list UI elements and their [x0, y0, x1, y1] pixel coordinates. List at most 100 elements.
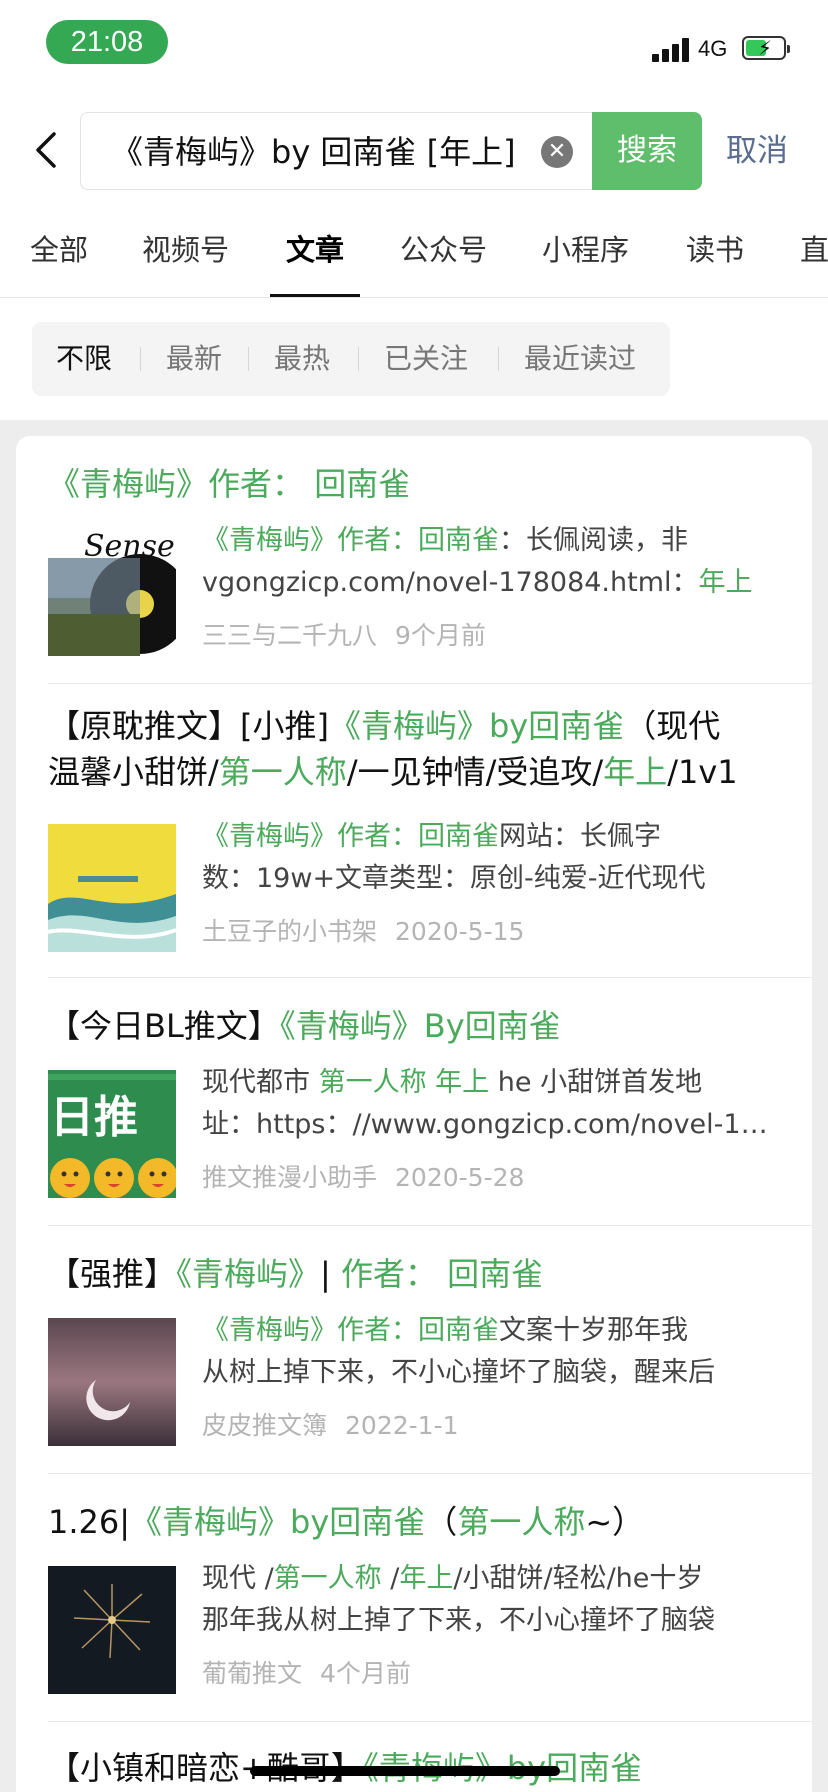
highlighted-keyword: 第一人称 [273, 1563, 382, 1594]
battery-icon: ⚡ [742, 36, 790, 60]
highlighted-keyword: 回南雀 [304, 465, 411, 503]
text-segment: 从树上掉下来，不小心撞坏了脑袋，醒来后 [202, 1357, 715, 1388]
results-card: 《青梅屿》作者： 回南雀 Sense 《青梅屿》作者：回南雀：长佩阅读，非 vg… [16, 436, 812, 1792]
result-snippet: 《青梅屿》作者：回南雀：长佩阅读，非 vgongzicp.com/novel-1… [202, 520, 782, 604]
result-snippet: 现代 /第一人称 /年上/小甜饼/轻松/he十岁 那年我从树上掉了下来，不小心撞… [202, 1558, 782, 1642]
result-source[interactable]: 推文推漫小助手 [202, 1163, 377, 1192]
result-item[interactable]: 1.26|《青梅屿》by回南雀（第一人称~） 现代 /第一人称 /年上/小甜饼/… [48, 1474, 812, 1722]
text-segment: 温馨小甜饼/ [48, 753, 219, 791]
result-title[interactable]: 【原耽推文】[小推]《青梅屿》by回南雀（现代 [48, 704, 798, 748]
network-label: 4G [698, 36, 728, 61]
filter-divider [140, 347, 141, 371]
result-thumbnail [48, 1318, 176, 1446]
result-source[interactable]: 三三与二千九八 [202, 621, 377, 650]
text-segment: 现代 / [202, 1563, 274, 1594]
text-segment: / [381, 1563, 400, 1594]
top-area: 21:08 4G ⚡ 《青梅屿》by 回南雀 [年上] ✕ 搜索 取消 全部 视… [0, 0, 828, 420]
result-date: 4个月前 [320, 1659, 411, 1688]
filter-bar: 不限 最新 最热 已关注 最近读过 [32, 322, 670, 396]
search-button[interactable]: 搜索 [592, 112, 702, 190]
search-query[interactable]: 《青梅屿》by 回南雀 [年上] [111, 113, 521, 191]
result-meta: 土豆子的小书架 2020-5-15 [202, 912, 524, 948]
result-meta: 推文推漫小助手 2020-5-28 [202, 1158, 524, 1194]
text-segment: 1.26| [48, 1503, 131, 1541]
result-title[interactable]: 【今日BL推文】《青梅屿》By回南雀 [48, 1004, 798, 1048]
result-thumbnail [48, 1566, 176, 1694]
tab-all[interactable]: 全部 [30, 222, 88, 297]
thumbnail-caption: Sense [84, 529, 175, 564]
result-snippet: 《青梅屿》作者：回南雀网站：长佩字 数：19w+文章类型：原创-纯爱-近代现代 [202, 816, 782, 900]
text-segment: /1v1 [667, 753, 738, 791]
tab-official-accounts[interactable]: 公众号 [400, 222, 487, 297]
highlighted-keyword: 《青梅屿》作者： [202, 1315, 418, 1346]
highlighted-keyword: 年上 [399, 1563, 454, 1594]
tab-books[interactable]: 读书 [686, 222, 744, 297]
highlighted-keyword: 作者： [340, 1255, 437, 1293]
result-date: 2020-5-28 [395, 1163, 525, 1192]
filter-followed[interactable]: 已关注 [384, 322, 468, 396]
result-item[interactable]: 【强推】《青梅屿》| 作者： 回南雀 《青梅屿》作者：回南雀文案十岁那年我 从树… [48, 1226, 812, 1474]
text-segment: 【今日BL推文】 [48, 1007, 280, 1045]
text-segment: 【强推】 [48, 1255, 177, 1293]
highlighted-keyword: 年上 [603, 753, 668, 791]
back-icon[interactable] [28, 128, 68, 172]
text-segment: 那年我从树上掉了下来，不小心撞坏了脑袋 [202, 1605, 715, 1636]
result-title[interactable]: 【强推】《青梅屿》| 作者： 回南雀 [48, 1252, 798, 1296]
result-source[interactable]: 土豆子的小书架 [202, 917, 377, 946]
highlighted-keyword: 《青梅屿》by回南雀 [130, 1503, 426, 1541]
text-segment: （现代 [624, 707, 721, 745]
result-title[interactable]: 《青梅屿》作者： 回南雀 [48, 462, 798, 506]
thumbnail-caption: 日推 [50, 1092, 138, 1143]
result-meta: 皮皮推文簿 2022-1-1 [202, 1406, 459, 1442]
signal-icon [652, 38, 692, 62]
highlighted-keyword: 《青梅屿》by回南雀 [328, 707, 625, 745]
tab-video[interactable]: 视频号 [142, 222, 229, 297]
text-segment: 文案十岁那年我 [499, 1315, 688, 1346]
highlighted-keyword: 回南雀 [418, 821, 499, 852]
text-segment: 【原耽推文】[小推] [48, 707, 329, 745]
home-indicator[interactable] [250, 1766, 560, 1776]
result-item[interactable]: 【原耽推文】[小推]《青梅屿》by回南雀（现代 温馨小甜饼/第一人称/一见钟情/… [48, 684, 812, 978]
text-segment: vgongzicp.com/novel-178084.html： [202, 567, 699, 598]
result-title-line2[interactable]: 温馨小甜饼/第一人称/一见钟情/受追攻/年上/1v1 [48, 750, 798, 794]
highlighted-keyword: 第一人称 [218, 753, 347, 791]
highlighted-keyword: 回南雀 [418, 525, 499, 556]
result-item[interactable]: 《青梅屿》作者： 回南雀 Sense 《青梅屿》作者：回南雀：长佩阅读，非 vg… [48, 436, 812, 684]
result-title[interactable]: 1.26|《青梅屿》by回南雀（第一人称~） [48, 1500, 798, 1544]
highlighted-keyword: 《青梅屿》作者： [202, 821, 418, 852]
filter-newest[interactable]: 最新 [166, 322, 222, 396]
clear-icon[interactable]: ✕ [541, 136, 573, 168]
highlighted-keyword: 第一人称 [457, 1503, 586, 1541]
tab-articles[interactable]: 文章 [269, 222, 361, 297]
result-meta: 三三与二千九八 9个月前 [202, 616, 486, 652]
result-date: 9个月前 [395, 621, 486, 650]
text-segment: ：长佩阅读，非 [499, 525, 688, 556]
highlighted-keyword: 《青梅屿》作者： [202, 525, 418, 556]
cancel-button[interactable]: 取消 [726, 112, 788, 190]
text-segment: he 小甜饼首发地 [489, 1067, 703, 1098]
result-item[interactable]: 【小镇和暗恋+酷哥】《青梅屿》by回南雀 [48, 1722, 812, 1792]
result-meta: 葡葡推文 4个月前 [202, 1654, 411, 1690]
text-segment: /小甜饼/轻松/he十岁 [453, 1563, 704, 1594]
filter-all[interactable]: 不限 [56, 322, 112, 396]
search-input[interactable]: 《青梅屿》by 回南雀 [年上] ✕ [80, 112, 592, 190]
tab-mini-programs[interactable]: 小程序 [542, 222, 629, 297]
text-segment: 现代都市 [202, 1067, 319, 1098]
text-segment: | [320, 1255, 341, 1293]
text-segment: /一见钟情/受追攻/ [346, 753, 604, 791]
highlighted-keyword: 《青梅屿》By回南雀 [279, 1007, 561, 1045]
filter-recently-read[interactable]: 最近读过 [524, 322, 636, 396]
tab-live[interactable]: 直 [800, 222, 828, 297]
filter-hottest[interactable]: 最热 [274, 322, 330, 396]
result-source[interactable]: 葡葡推文 [202, 1659, 302, 1688]
text-segment: 网站：长佩字 [499, 821, 661, 852]
result-snippet: 现代都市 第一人称 年上 he 小甜饼首发地 址：https：//www.gon… [202, 1062, 782, 1146]
highlighted-keyword: 回南雀 [418, 1315, 499, 1346]
status-time: 21:08 [46, 20, 168, 64]
result-item[interactable]: 【今日BL推文】《青梅屿》By回南雀 日推 现代都市 第一人称 年上 he 小甜… [48, 978, 812, 1226]
result-date: 2020-5-15 [395, 917, 525, 946]
result-thumbnail [48, 824, 176, 952]
result-source[interactable]: 皮皮推文簿 [202, 1411, 327, 1440]
text-segment: ~） [585, 1503, 645, 1541]
filter-divider [358, 347, 359, 371]
